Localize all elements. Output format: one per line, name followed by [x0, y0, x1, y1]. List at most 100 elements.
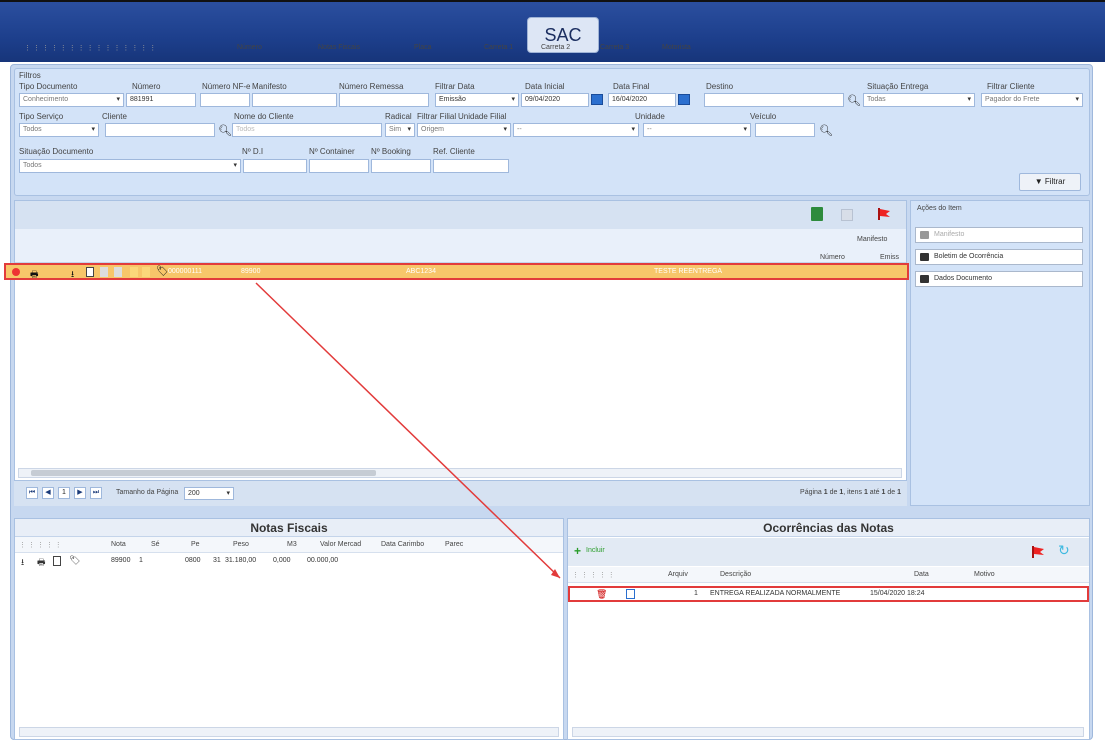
- item-actions-panel: Ações do Item Manifesto Boletim de Ocorr…: [910, 200, 1090, 506]
- manifesto-input[interactable]: [252, 93, 337, 107]
- tipo-servico-select[interactable]: Todos ▾: [19, 123, 99, 137]
- boletim-ocorrencia-button[interactable]: Boletim de Ocorrência: [915, 249, 1083, 265]
- ref-cliente-input[interactable]: [433, 159, 509, 173]
- col-carreta-2[interactable]: Carreta 2: [541, 44, 570, 51]
- tipo-documento-select[interactable]: Conhecimento ▾: [19, 93, 124, 107]
- label-numero-nfe: Número NF-e: [202, 82, 251, 91]
- document-icon[interactable]: [86, 267, 94, 277]
- filtrar-cliente-select[interactable]: Pagador do Frete ▾: [981, 93, 1083, 107]
- col-notas-fiscais[interactable]: Notas Fiscais: [318, 44, 360, 51]
- veiculo-input[interactable]: [755, 123, 815, 137]
- grid-toolbar: [15, 201, 906, 229]
- notas-header: ⋮ ⋮ ⋮ ⋮ ⋮ Nota Sé Pe Peso M3 Valor Merca…: [15, 537, 563, 553]
- attachment-icon[interactable]: [114, 267, 122, 277]
- col-valor[interactable]: Valor Mercad: [320, 541, 361, 548]
- document-icon[interactable]: [53, 556, 61, 566]
- delete-icon[interactable]: 🗑︎: [596, 589, 607, 600]
- nro-container-input[interactable]: [309, 159, 369, 173]
- data-final-input[interactable]: 16/04/2020: [608, 93, 676, 107]
- filter-button[interactable]: ▼ Filtrar: [1019, 173, 1081, 191]
- col-nota[interactable]: Nota: [111, 541, 126, 548]
- tag-icon[interactable]: 🏷︎: [69, 555, 80, 566]
- note-icon[interactable]: [142, 267, 150, 277]
- unidade-select[interactable]: -- ▾: [643, 123, 751, 137]
- table-row[interactable]: 🖶 ⭳ 🏷︎ 000000111 89900 ABC1234 TESTE REE…: [4, 263, 909, 280]
- col-pe[interactable]: Pe: [191, 541, 200, 548]
- incluir-button[interactable]: Incluir: [586, 547, 605, 554]
- search-icon[interactable]: 🔍︎: [819, 124, 833, 137]
- col-placa[interactable]: Placa: [414, 44, 432, 51]
- calendar-icon[interactable]: [678, 94, 690, 105]
- label-cliente: Cliente: [102, 112, 127, 121]
- ocorrencias-horizontal-scrollbar[interactable]: [572, 727, 1084, 737]
- cell-c1: 0800: [185, 557, 201, 564]
- cell-pe: 31: [213, 557, 221, 564]
- col-data-carimbo[interactable]: Data Carimbo: [381, 541, 424, 548]
- numero-nfe-input[interactable]: [200, 93, 250, 107]
- search-icon[interactable]: 🔍︎: [847, 94, 861, 107]
- nome-cliente-input[interactable]: Todos: [232, 123, 382, 137]
- tag-icon[interactable]: 🏷︎: [156, 266, 169, 277]
- nro-booking-input[interactable]: [371, 159, 431, 173]
- upload-icon[interactable]: ⭳: [21, 555, 24, 571]
- page-size-select[interactable]: 200 ▾: [184, 487, 234, 500]
- table-row[interactable]: 🗑︎ 1 ENTREGA REALIZADA NORMALMENTE 15/04…: [568, 586, 1089, 602]
- col-m3[interactable]: M3: [287, 541, 297, 548]
- calendar-icon[interactable]: [591, 94, 603, 105]
- actions-title: Ações do Item: [917, 205, 962, 212]
- file-icon[interactable]: [626, 589, 635, 599]
- situacao-entrega-select[interactable]: Todas ▾: [863, 93, 975, 107]
- filtrar-filial-select[interactable]: Origem ▾: [417, 123, 511, 137]
- label-nro-booking: Nº Booking: [371, 147, 411, 156]
- cell-numero: 000000111: [168, 268, 202, 275]
- nro-di-input[interactable]: [243, 159, 307, 173]
- destino-input[interactable]: [704, 93, 844, 107]
- col-parecer[interactable]: Parec: [445, 541, 463, 548]
- col-carreta-3[interactable]: Carreta 3: [600, 44, 629, 51]
- situacao-documento-select[interactable]: Todos ▾: [19, 159, 241, 173]
- data-inicial-input[interactable]: 09/04/2020: [521, 93, 589, 107]
- radical-select[interactable]: Sim ▾: [385, 123, 415, 137]
- page-number-input[interactable]: 1: [58, 487, 70, 499]
- reload-icon[interactable]: [841, 209, 853, 221]
- last-page-button[interactable]: ⏭: [90, 487, 102, 499]
- col-carreta-1[interactable]: Carreta 1: [484, 44, 513, 51]
- filtrar-data-select[interactable]: Emissão ▾: [435, 93, 519, 107]
- excel-export-icon[interactable]: [811, 207, 823, 221]
- scroll-thumb[interactable]: [31, 470, 376, 476]
- truck-icon: [920, 231, 929, 239]
- grid-horizontal-scrollbar[interactable]: [18, 468, 902, 478]
- first-page-button[interactable]: ⏮: [26, 487, 38, 499]
- next-page-button[interactable]: ▶: [74, 487, 86, 499]
- cliente-input[interactable]: [105, 123, 215, 137]
- flag-icon[interactable]: [877, 207, 891, 221]
- printer-icon[interactable]: 🖶: [37, 555, 46, 571]
- dados-documento-button[interactable]: Dados Documento: [915, 271, 1083, 287]
- search-icon[interactable]: 🔍︎: [218, 124, 232, 137]
- manifesto-button[interactable]: Manifesto: [915, 227, 1083, 243]
- upload-icon[interactable]: ⭳: [71, 267, 74, 283]
- printer-icon[interactable]: 🖶: [30, 267, 39, 283]
- copy-icon[interactable]: [100, 267, 108, 277]
- unidade-filial-select[interactable]: -- ▾: [513, 123, 639, 137]
- notas-horizontal-scrollbar[interactable]: [19, 727, 559, 737]
- col-manifesto-emissao[interactable]: Emiss: [880, 254, 899, 261]
- add-icon[interactable]: +: [574, 544, 581, 558]
- table-row[interactable]: ⭳ 🖶 🏷︎ 89900 1 0800 31 31.180,00 0,000 0…: [15, 555, 563, 569]
- col-motivo[interactable]: Motivo: [974, 571, 995, 578]
- refresh-icon[interactable]: ↻: [1058, 542, 1070, 559]
- numero-remessa-input[interactable]: [339, 93, 429, 107]
- flag-icon[interactable]: [1031, 545, 1045, 559]
- col-manifesto-numero[interactable]: Número: [820, 254, 845, 261]
- folder-icon[interactable]: [130, 267, 138, 277]
- label-situacao-documento: Situação Documento: [19, 147, 94, 156]
- numero-input[interactable]: 881991: [126, 93, 196, 107]
- col-numero[interactable]: Número: [237, 44, 262, 51]
- col-peso[interactable]: Peso: [233, 541, 249, 548]
- col-arquiv[interactable]: Arquiv: [668, 571, 688, 578]
- col-motorista[interactable]: Motorista: [662, 44, 691, 51]
- col-descricao[interactable]: Descrição: [720, 571, 751, 578]
- col-data[interactable]: Data: [914, 571, 929, 578]
- prev-page-button[interactable]: ◀: [42, 487, 54, 499]
- col-serie[interactable]: Sé: [151, 541, 160, 548]
